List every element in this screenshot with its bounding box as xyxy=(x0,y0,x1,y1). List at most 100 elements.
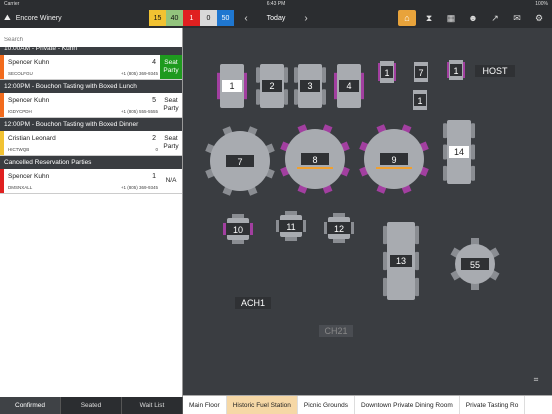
status-bar: Carrier 6:43 PM 100% xyxy=(0,0,552,8)
reservation-row[interactable]: Spencer Kuhn IGDYCPDH +1 (805) 555-5555 5 Se… xyxy=(0,93,182,118)
floor-table[interactable]: 1 xyxy=(217,64,247,108)
confirmation-code: HICTWQB xyxy=(8,147,30,152)
guest-phone: 0 xyxy=(155,147,158,152)
table-number: 11 xyxy=(286,222,295,232)
tab-seated[interactable]: Seated xyxy=(61,397,122,414)
status-count[interactable]: 1 xyxy=(183,10,200,26)
mail-icon[interactable]: ✉ xyxy=(508,10,526,26)
table-number: 1 xyxy=(384,68,389,78)
floor-plan: 1 2 3 41 7 11HOST7 8 91410 11 1213 55ACH1CH21 xyxy=(183,28,552,397)
svg-text:ACH1: ACH1 xyxy=(241,298,265,308)
home-icon[interactable]: ⌂ xyxy=(398,10,416,26)
status-stripe xyxy=(0,93,4,117)
table-number: 9 xyxy=(391,155,396,165)
room-tab[interactable]: Historic Fuel Station xyxy=(226,396,298,414)
floor-table[interactable]: 4 xyxy=(334,64,364,108)
guest-name: Spencer Kuhn xyxy=(8,97,50,104)
chevron-left-icon[interactable]: ‹ xyxy=(241,13,251,24)
party-size: 1 xyxy=(152,173,156,180)
table-number: 3 xyxy=(307,81,312,91)
floor-table[interactable]: 14 xyxy=(443,120,475,184)
chevron-right-icon[interactable]: › xyxy=(301,13,311,24)
table-number: 7 xyxy=(418,68,423,78)
search-bar xyxy=(0,28,182,47)
hourglass-icon[interactable]: ⧗ xyxy=(420,10,438,26)
floor-table[interactable]: 1 xyxy=(378,61,396,83)
seat-party-button[interactable]: Seat Party xyxy=(160,93,182,117)
group-header: Cancelled Reservation Parties xyxy=(0,156,182,169)
reservation-list: 10:00AM - Private - Kuhn Spencer Kuhn SECO… xyxy=(0,42,182,194)
svg-text:HOST: HOST xyxy=(482,66,508,76)
guests-icon[interactable]: ☻ xyxy=(464,10,482,26)
table-number: 7 xyxy=(237,157,242,167)
svg-text:CH21: CH21 xyxy=(324,326,347,336)
confirmation-code: SECOLFGU xyxy=(8,71,33,76)
vineyard-logo-icon: ⛰ xyxy=(4,13,11,22)
status-count[interactable]: 0 xyxy=(200,10,217,26)
date-label[interactable]: Today xyxy=(267,15,286,22)
guest-name: Spencer Kuhn xyxy=(8,173,50,180)
reservation-row[interactable]: Spencer Kuhn DMSNXALL +1 (805) 369-9345 1 N/… xyxy=(0,169,182,194)
guest-name: Cristian Leonard xyxy=(8,135,56,142)
chart-icon[interactable]: ↗ xyxy=(486,10,504,26)
room-tab[interactable]: Picnic Grounds xyxy=(298,396,355,414)
settings-icon[interactable]: ⚙ xyxy=(530,10,548,26)
status-counts: 15 40 1 0 50 xyxy=(149,10,234,26)
floor-table[interactable]: 1 xyxy=(447,60,465,80)
top-bar: ⛰ Encore Winery 15 40 1 0 50 ‹ Today › ⌂ ⧗ ▦ ☻ ↗… xyxy=(0,8,552,28)
floor-table[interactable]: 13 xyxy=(383,222,419,300)
table-number: 1 xyxy=(453,66,458,76)
seat-party-button[interactable]: Seat Party xyxy=(160,55,182,79)
status-count[interactable]: 50 xyxy=(217,10,234,26)
room-tab[interactable]: Private Tasting Ro xyxy=(460,396,526,414)
seat-party-button[interactable]: Seat Party xyxy=(160,131,182,155)
party-size: 5 xyxy=(152,97,156,104)
battery-label: 100% xyxy=(535,1,548,7)
table-number: 4 xyxy=(346,81,351,91)
guest-phone: +1 (805) 369-9345 xyxy=(120,71,158,76)
floor-table[interactable]: 3 xyxy=(294,64,326,108)
calendar-icon[interactable]: ▦ xyxy=(442,10,460,26)
group-header: 12:00PM - Bouchon Tasting with Boxed Lun… xyxy=(0,80,182,93)
guest-name: Spencer Kuhn xyxy=(8,59,50,66)
floor-table[interactable]: 7 xyxy=(414,62,428,82)
room-tab[interactable]: Main Floor xyxy=(183,396,227,414)
app-name: Encore Winery xyxy=(15,14,62,22)
floor-label: CH21 xyxy=(319,325,353,337)
confirmation-code: IGDYCPDH xyxy=(8,109,32,114)
guest-phone: +1 (805) 369-9345 xyxy=(120,185,158,190)
guest-phone: +1 (805) 555-5555 xyxy=(120,109,158,114)
party-size: 4 xyxy=(152,59,156,66)
table-number: 8 xyxy=(312,155,317,165)
tab-wait-list[interactable]: Wait List xyxy=(122,397,183,414)
floor-label: HOST xyxy=(475,65,515,77)
reservation-row[interactable]: Cristian Leonard HICTWQB 0 2 Seat Party xyxy=(0,131,182,156)
date-navigator: ‹ Today › xyxy=(241,8,311,28)
floor-table[interactable]: 2 xyxy=(256,64,288,108)
table-number: 2 xyxy=(269,81,274,91)
status-count[interactable]: 15 xyxy=(149,10,166,26)
qr-scan-icon[interactable]: ⌗ xyxy=(529,374,543,386)
reservation-sidebar: 10:00AM - Private - KuhnSpencer KuhnSECO… xyxy=(0,28,183,397)
status-stripe xyxy=(0,55,4,79)
floor-table[interactable]: 1 xyxy=(413,90,427,110)
seat-party-button[interactable]: N/A xyxy=(160,169,182,193)
table-number: 10 xyxy=(233,225,243,235)
status-stripe xyxy=(0,169,4,193)
status-stripe xyxy=(0,131,4,155)
floor-label: ACH1 xyxy=(235,297,271,309)
reservation-row[interactable]: Spencer Kuhn SECOLFGU +1 (805) 369-9345 4 Se… xyxy=(0,55,182,80)
reservation-tabs: Confirmed Seated Wait List xyxy=(0,397,183,414)
confirmation-code: DMSNXALL xyxy=(8,185,33,190)
tab-confirmed[interactable]: Confirmed xyxy=(0,397,61,414)
table-number: 13 xyxy=(396,256,406,266)
clock: 6:43 PM xyxy=(266,1,286,7)
table-number: 1 xyxy=(417,96,422,106)
table-number: 1 xyxy=(229,81,234,91)
room-tab[interactable]: Downtown Private Dining Room xyxy=(355,396,460,414)
status-count[interactable]: 40 xyxy=(166,10,183,26)
table-number: 12 xyxy=(334,224,344,234)
brand: ⛰ Encore Winery xyxy=(4,8,62,28)
toolbar-icons: ⌂ ⧗ ▦ ☻ ↗ ✉ ⚙ xyxy=(398,10,548,26)
group-header: 12:00PM - Bouchon Tasting with Boxed Din… xyxy=(0,118,182,131)
